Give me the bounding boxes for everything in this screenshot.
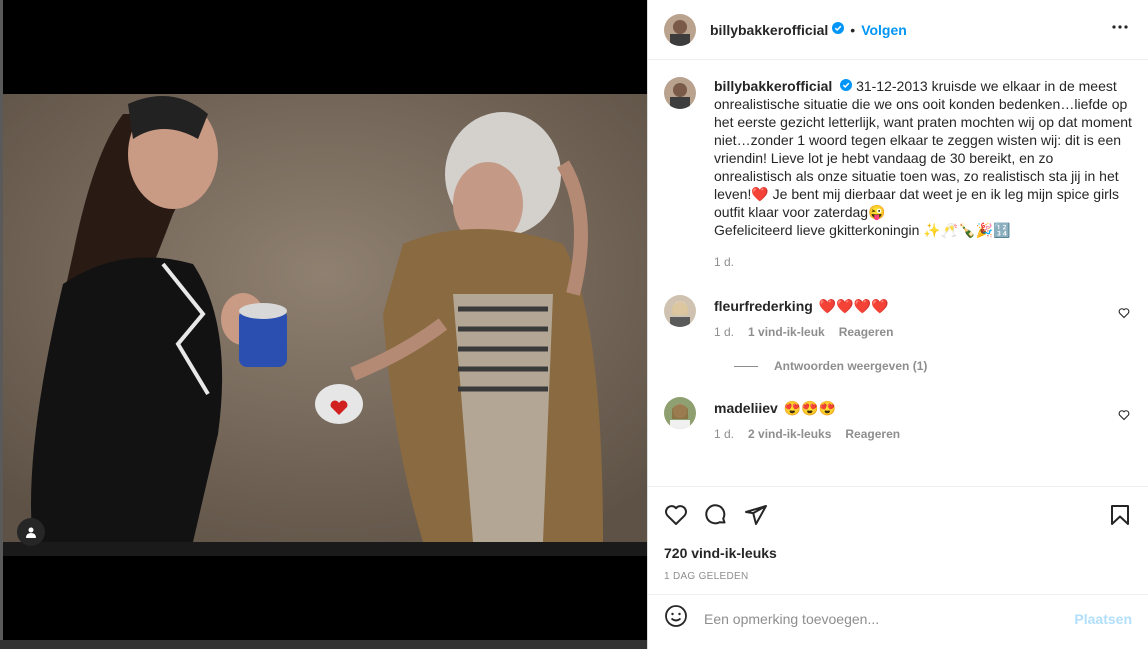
emoji-icon[interactable]	[664, 604, 688, 633]
comment-like-heart-icon[interactable]	[1118, 408, 1130, 426]
share-icon[interactable]	[744, 495, 784, 535]
comment-text: 😍😍😍	[783, 399, 837, 416]
post-date: 1 DAG GELEDEN	[664, 571, 749, 582]
comment-item: madeliiev 😍😍😍 1 d. 2 vind-ik-leuks Reage…	[664, 397, 1132, 441]
post-detail-panel: billybakkerofficial • Volgen billybakker…	[647, 0, 1148, 649]
add-comment-bar: Plaatsen	[648, 594, 1148, 642]
comment-username[interactable]: fleurfrederking	[714, 298, 813, 314]
media-bottom-strip	[3, 542, 647, 556]
comment-likes[interactable]: 2 vind-ik-leuks	[748, 427, 831, 441]
bookmark-icon[interactable]	[1092, 495, 1132, 535]
verified-badge-icon	[832, 21, 845, 39]
more-options-icon[interactable]	[1108, 15, 1132, 44]
commenter-avatar[interactable]	[664, 295, 696, 327]
caption-body: billybakkerofficial 31-12-2013 kruisde w…	[714, 77, 1132, 271]
post-video-frame[interactable]	[3, 94, 647, 542]
comment-icon[interactable]	[704, 495, 744, 535]
replies-divider	[734, 365, 758, 367]
post-image	[3, 94, 647, 542]
comment-item: fleurfrederking ❤️❤️❤️❤️ 1 d. 1 vind-ik-…	[664, 295, 1132, 339]
view-replies-button[interactable]: Antwoorden weergeven (1)	[734, 359, 1132, 373]
author-avatar[interactable]	[664, 13, 696, 46]
post-header: billybakkerofficial • Volgen	[648, 0, 1148, 60]
comment-age: 1 d.	[714, 427, 735, 441]
user-tag-icon[interactable]	[17, 518, 45, 546]
like-count[interactable]: 720 vind-ik-leuks	[664, 545, 1132, 561]
view-replies-label: Antwoorden weergeven (1)	[774, 359, 928, 373]
post-media[interactable]	[3, 0, 647, 649]
verified-badge-icon	[840, 78, 856, 94]
commenter-avatar[interactable]	[664, 397, 696, 429]
comment-like-heart-icon[interactable]	[1118, 306, 1130, 324]
caption-age: 1 d.	[714, 255, 735, 269]
author-username[interactable]: billybakkerofficial	[710, 22, 828, 38]
caption-avatar[interactable]	[664, 77, 696, 109]
post-comment-button[interactable]: Plaatsen	[1074, 611, 1132, 627]
comment-age: 1 d.	[714, 325, 735, 339]
reply-button[interactable]: Reageren	[845, 427, 900, 441]
heart-icon[interactable]	[664, 495, 704, 535]
post-actions: 720 vind-ik-leuks 1 DAG GELEDEN	[648, 486, 1148, 604]
post-caption: billybakkerofficial 31-12-2013 kruisde w…	[664, 77, 1132, 271]
separator-dot: •	[850, 21, 856, 38]
comment-likes[interactable]: 1 vind-ik-leuk	[748, 325, 825, 339]
comment-username[interactable]: madeliiev	[714, 400, 778, 416]
reply-button[interactable]: Reageren	[839, 325, 894, 339]
comments-section[interactable]: billybakkerofficial 31-12-2013 kruisde w…	[648, 61, 1148, 486]
follow-button[interactable]: Volgen	[861, 22, 907, 38]
comment-text: ❤️❤️❤️❤️	[818, 297, 889, 314]
caption-text: 31-12-2013 kruisde we elkaar in de meest…	[714, 78, 1132, 238]
caption-username[interactable]: billybakkerofficial	[714, 78, 832, 94]
comment-input[interactable]	[704, 610, 1075, 627]
